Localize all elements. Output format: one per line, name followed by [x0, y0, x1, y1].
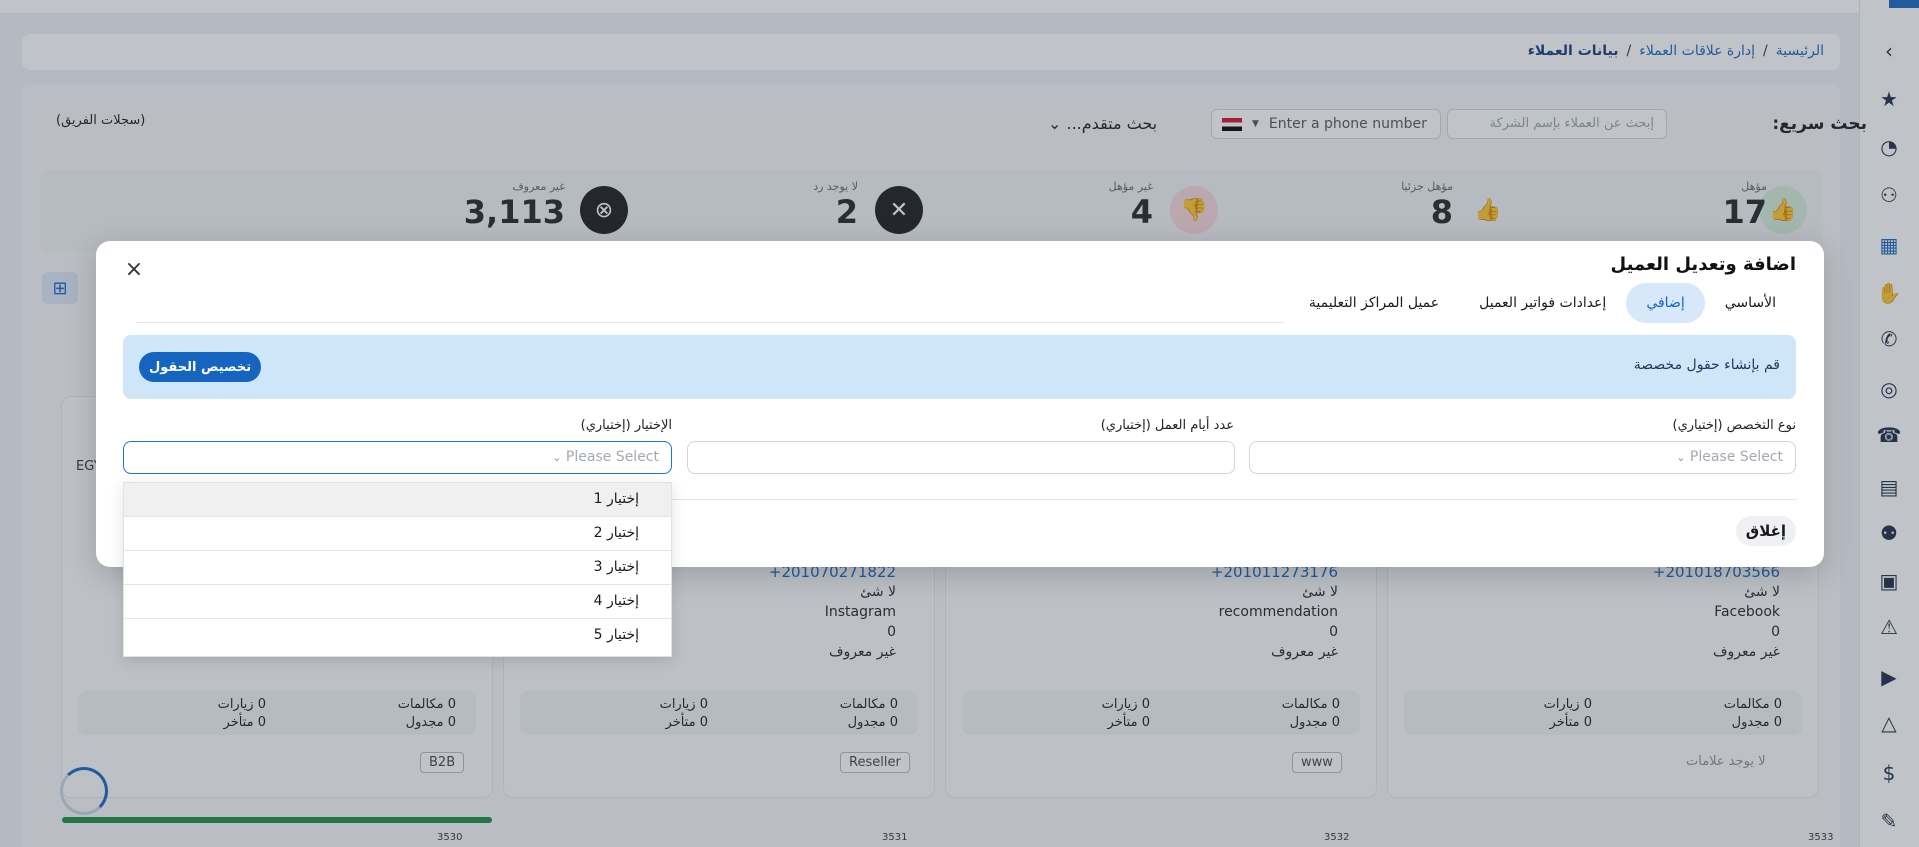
- dropdown-option[interactable]: إختيار 3: [124, 551, 671, 585]
- specialization-select[interactable]: Please Select ⌄: [1249, 441, 1796, 474]
- custom-fields-info-bar: قم بإنشاء حقول مخصصة تخصيص الحقول: [123, 335, 1796, 399]
- tab-basic[interactable]: الأساسي: [1705, 283, 1796, 323]
- choice-placeholder: Please Select: [565, 449, 659, 465]
- tab-invoice-settings[interactable]: إعدادات فواتير العميل: [1459, 283, 1626, 323]
- customize-fields-button[interactable]: تخصيص الحقول: [139, 352, 262, 382]
- dropdown-option[interactable]: إختيار 5: [124, 619, 671, 653]
- custom-fields-info-text: قم بإنشاء حقول مخصصة: [1633, 357, 1780, 373]
- dropdown-option[interactable]: إختيار 2: [124, 517, 671, 551]
- tabs-divider: [136, 322, 1284, 323]
- close-button[interactable]: إغلاق: [1735, 516, 1796, 546]
- chevron-down-icon: ⌄: [552, 451, 562, 464]
- close-icon[interactable]: ×: [124, 259, 144, 281]
- dropdown-option[interactable]: إختيار 4: [124, 585, 671, 619]
- tab-education-centers[interactable]: عميل المراكز التعليمية: [1289, 283, 1459, 323]
- tab-additional[interactable]: إضافي: [1626, 283, 1705, 323]
- modal-title: اضافة وتعديل العميل: [1610, 254, 1796, 275]
- work-days-label: عدد أيام العمل (إختياري): [1100, 418, 1234, 433]
- work-days-input[interactable]: [687, 441, 1235, 474]
- chevron-down-icon: ⌄: [1676, 451, 1686, 464]
- choice-select[interactable]: Please Select ⌄: [123, 441, 672, 474]
- choice-dropdown-list: إختيار 1 إختيار 2 إختيار 3 إختيار 4 إختي…: [123, 482, 672, 657]
- dropdown-option[interactable]: إختيار 1: [124, 483, 671, 517]
- specialization-label: نوع التخصص (إختياري): [1672, 418, 1797, 433]
- choice-label: الإختيار (إختياري): [580, 418, 672, 433]
- specialization-placeholder: Please Select: [1689, 449, 1783, 465]
- modal-tabs: الأساسي إضافي إعدادات فواتير العميل عميل…: [1289, 283, 1796, 323]
